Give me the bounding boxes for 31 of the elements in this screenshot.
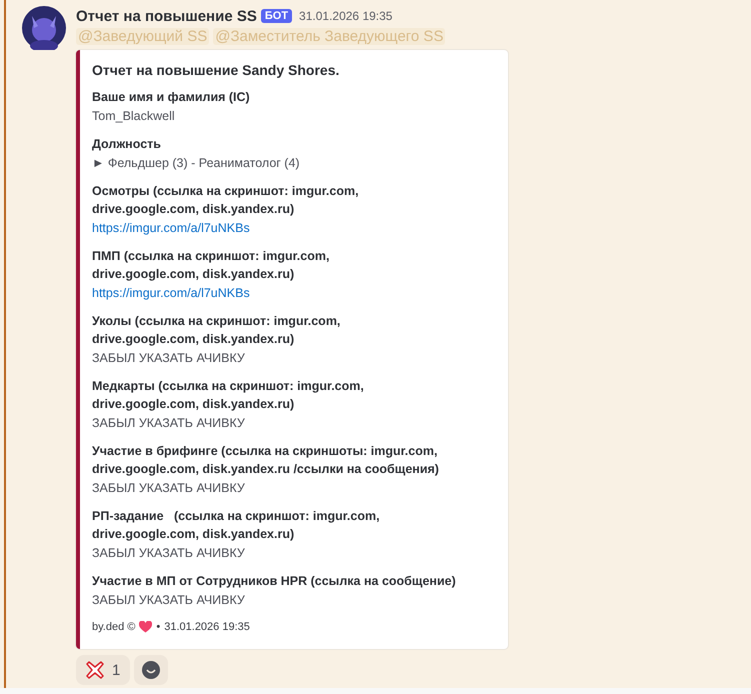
field-value: ЗАБЫЛ УКАЗАТЬ АЧИВКУ	[92, 480, 246, 497]
field-name: ПМП (ссылка на скриншот: imgur.com, drive.google.com, disk.yandex.ru)	[92, 248, 330, 283]
field-value: ЗАБЫЛ УКАЗАТЬ АЧИВКУ	[92, 545, 246, 562]
author-name[interactable]: Отчет на повышение SS	[76, 8, 257, 24]
reaction-button[interactable]: 1	[76, 655, 130, 685]
field-value: ► Фельдшер (3) - Реаниматолог (4)	[92, 155, 301, 172]
field-value: ЗАБЫЛ УКАЗАТЬ АЧИВКУ	[92, 350, 246, 367]
field-value: ЗАБЫЛ УКАЗАТЬ АЧИВКУ	[92, 592, 246, 609]
field-name: РП-задание (ссылка на скриншот: imgur.com, drive.google.com, disk.yandex.ru)	[92, 508, 381, 543]
embed-title: Отчет на повышение Sandy Shores.	[92, 62, 340, 78]
field-name: Уколы (ссылка на скриншот: imgur.com, drive.google.com, disk.yandex.ru)	[92, 313, 342, 348]
smiley-icon	[142, 661, 160, 679]
field-name: Осмотры (ссылка на скриншот: imgur.com, drive.google.com, disk.yandex.ru)	[92, 183, 360, 218]
footer-text: by.ded ©	[92, 621, 136, 633]
field-value: ЗАБЫЛ УКАЗАТЬ АЧИВКУ	[92, 415, 246, 432]
footer-timestamp: 31.01.2026 19:35	[164, 621, 250, 633]
field-link[interactable]: https://imgur.com/a/l7uNKBs	[92, 219, 492, 237]
field-name: Ваше имя и фамилия (IC)	[92, 89, 251, 106]
field-value: Tom_Blackwell	[92, 108, 176, 125]
footer-separator: •	[156, 621, 160, 633]
cross-icon	[86, 661, 104, 679]
field-name: Участие в МП от Сотрудников HPR (ссылка на сообщение)	[92, 573, 457, 590]
add-reaction-button[interactable]	[134, 655, 168, 685]
message-timestamp: 31.01.2026 19:35	[299, 9, 392, 23]
bot-badge: БОТ	[260, 9, 292, 23]
field-name: Должность	[92, 136, 162, 153]
field-name: Участие в брифинге (ссылка на скриншоты: imgur.com, drive.google.com, disk.yandex.ru /ссылки на сообщения)	[92, 443, 440, 478]
avatar[interactable]	[22, 6, 66, 50]
field-link[interactable]: https://imgur.com/a/l7uNKBs	[92, 284, 492, 302]
heart-icon	[139, 621, 152, 633]
field-name: Медкарты (ссылка на скриншот: imgur.com, drive.google.com, disk.yandex.ru)	[92, 378, 365, 413]
